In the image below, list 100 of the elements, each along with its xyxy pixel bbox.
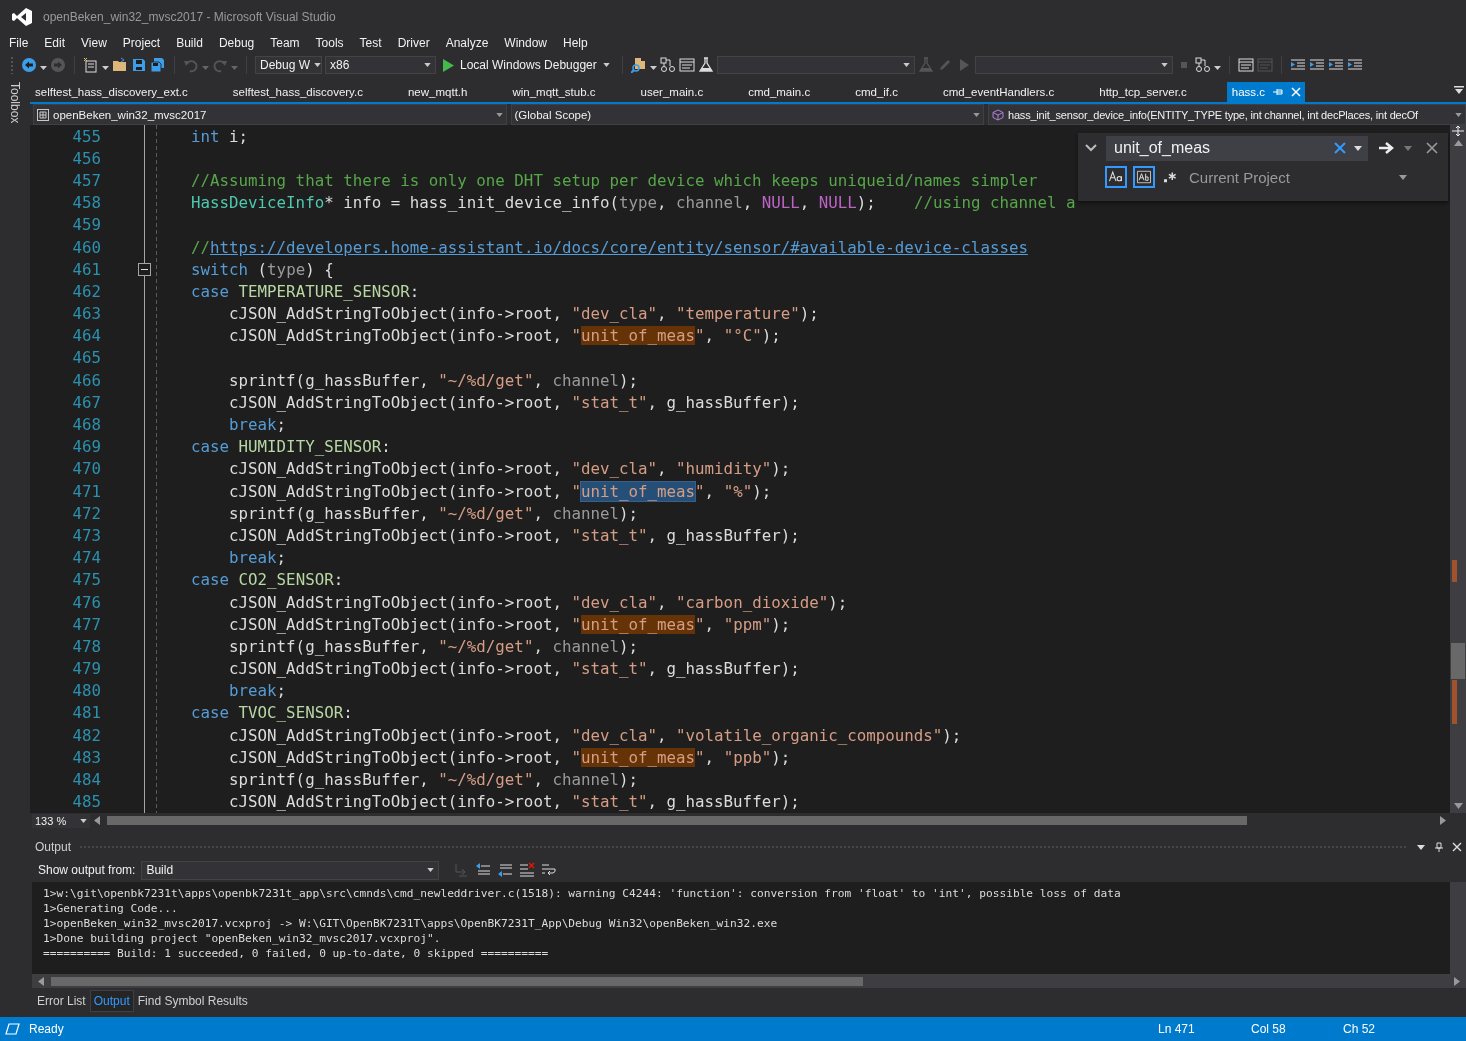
vertical-scrollbar[interactable]	[1450, 882, 1466, 974]
word-wrap-icon[interactable]	[541, 862, 558, 878]
output-line: 1>Done building project "openBeken_win32_mvsc2017.vcxproj".	[43, 931, 442, 946]
column-indicator: Col 58	[1251, 1022, 1287, 1036]
file-tab[interactable]: cmd_if.c	[850, 82, 938, 102]
clear-all-icon[interactable]	[519, 862, 536, 878]
scroll-left-icon[interactable]	[38, 976, 44, 986]
menu-item[interactable]: Test	[351, 36, 390, 50]
branch-icon[interactable]	[1194, 57, 1211, 73]
toolbox-tab[interactable]: Toolbox	[8, 82, 22, 124]
dropdown-caret-icon[interactable]	[973, 112, 980, 117]
scope-dropdown[interactable]: (Global Scope)	[510, 104, 984, 125]
play-icon	[443, 58, 454, 72]
scrollbar-thumb[interactable]	[107, 816, 1247, 825]
file-tab[interactable]: http_tcp_server.c	[1094, 82, 1227, 102]
output-source-dropdown[interactable]: Build	[141, 860, 440, 880]
save-icon[interactable]	[131, 57, 147, 73]
dropdown-icon[interactable]	[1454, 86, 1464, 94]
indent-icon[interactable]	[1327, 57, 1344, 73]
dropdown-caret-icon[interactable]	[902, 63, 910, 67]
menu-item[interactable]: Build	[168, 36, 211, 50]
scrollbar-thumb[interactable]	[51, 976, 863, 986]
whole-word-toggle[interactable]	[1133, 166, 1155, 188]
dropdown-caret-icon[interactable]	[495, 112, 503, 117]
dropdown-caret-icon[interactable]	[1160, 63, 1168, 67]
scroll-down-icon[interactable]	[1453, 803, 1463, 809]
code-line: case CO2_SENSOR:	[191, 570, 344, 590]
new-project-icon[interactable]	[83, 57, 99, 73]
panel-tab[interactable]: Find Symbol Results	[133, 990, 252, 1012]
file-tab[interactable]: cmd_main.c	[743, 82, 851, 102]
dropdown-caret-icon[interactable]	[80, 818, 87, 823]
file-tab[interactable]: selftest_hass_discovery.c	[227, 82, 403, 102]
panel-tab[interactable]: Error List	[33, 990, 90, 1012]
menu-item[interactable]: Tools	[307, 36, 352, 50]
splitter-icon[interactable]	[1452, 126, 1464, 136]
scroll-right-icon[interactable]	[1440, 816, 1446, 825]
file-tab[interactable]: user_main.c	[635, 82, 744, 102]
dropdown-caret-icon[interactable]	[314, 63, 322, 67]
member-dropdown[interactable]: hass_init_sensor_device_info(ENTITY_TYPE type, int channel, int decPlaces, int decOf	[988, 104, 1466, 125]
menu-item[interactable]: View	[73, 36, 115, 50]
cube-icon	[992, 108, 1004, 121]
code-link[interactable]: https://developers.home-assistant.io/docs/core/entity/sensor/#available-device-classes	[210, 237, 1028, 257]
menu-item[interactable]: Team	[262, 36, 308, 50]
indent-icon[interactable]	[1346, 57, 1363, 73]
menu-item[interactable]: Window	[496, 36, 555, 50]
menu-item[interactable]: File	[1, 36, 37, 50]
line-number: 455	[71, 126, 101, 146]
file-tab[interactable]: cmd_eventHandlers.c	[938, 82, 1095, 102]
search-field[interactable]: unit_of_meas	[1114, 139, 1326, 157]
menu-item[interactable]: Debug	[210, 36, 263, 50]
indent-icon[interactable]	[1289, 57, 1306, 73]
app-logo-icon	[12, 8, 32, 26]
scrollbar-thumb[interactable]	[1451, 643, 1465, 679]
dropdown-caret-icon[interactable]	[424, 63, 431, 67]
menu-item[interactable]: Driver	[389, 36, 438, 50]
file-tab[interactable]: selftest_hass_discovery_ext.c	[30, 82, 228, 102]
panel-tab[interactable]: Output	[89, 990, 134, 1012]
code-line: sprintf(g_hassBuffer, "~/%d/get", channel);	[228, 770, 639, 790]
expand-replace-icon[interactable]	[1084, 143, 1098, 153]
indent-icon[interactable]	[1308, 57, 1325, 73]
line-number: 481	[71, 703, 101, 723]
previous-message-icon[interactable]	[475, 862, 492, 878]
vertical-scrollbar[interactable]	[1450, 125, 1466, 813]
dropdown[interactable]: Debug W	[255, 56, 322, 74]
line-number: 484	[71, 770, 101, 790]
folder-icon[interactable]	[112, 57, 128, 73]
scroll-up-icon[interactable]	[1453, 140, 1463, 146]
match-case-toggle[interactable]	[1105, 166, 1127, 188]
scope-dropdown[interactable]: Current Project	[1185, 168, 1407, 186]
scroll-left-icon[interactable]	[94, 816, 100, 825]
scroll-right-icon[interactable]	[1454, 976, 1460, 986]
line-number: 465	[71, 348, 101, 368]
dropdown-caret-icon[interactable]	[602, 63, 610, 67]
menu-item[interactable]: Analyze	[437, 36, 497, 50]
run-debugger-button[interactable]: Local Windows Debugger	[439, 55, 614, 75]
collapse-icon[interactable]	[138, 262, 151, 276]
menu-item[interactable]: Edit	[36, 36, 74, 50]
menu-item[interactable]: Project	[114, 36, 169, 50]
zoom-dropdown[interactable]: 133 %	[32, 813, 90, 828]
dropdown-caret-icon[interactable]	[1416, 842, 1426, 852]
dropdown-caret-icon[interactable]	[1455, 112, 1462, 117]
project-dropdown[interactable]: openBeken_win32_mvsc2017	[33, 104, 507, 125]
menu-item[interactable]: Help	[555, 36, 596, 50]
pin-icon[interactable]	[1434, 842, 1444, 852]
file-tab[interactable]: new_mqtt.h	[402, 82, 508, 102]
search-box[interactable]: unit_of_meas	[1106, 135, 1368, 161]
dropdown-caret-icon[interactable]	[427, 868, 435, 872]
code-line: switch (type) {	[191, 259, 334, 279]
find-next-icon[interactable]	[1378, 141, 1396, 155]
code-line: cJSON_AddStringToObject(info->root, "unit_of_meas", "ppb");	[228, 747, 791, 767]
dropdown[interactable]: x86	[325, 56, 436, 74]
dropdown-caret-icon[interactable]	[1354, 145, 1362, 151]
clear-icon[interactable]	[1334, 142, 1346, 154]
dropdown-caret-icon[interactable]	[1399, 174, 1407, 180]
file-tab[interactable]: win_mqtt_stub.c	[507, 82, 636, 102]
branch-icon[interactable]	[659, 57, 676, 73]
find-in-files-icon[interactable]	[630, 57, 647, 73]
save-all-icon[interactable]	[150, 57, 166, 73]
next-message-icon[interactable]	[497, 862, 514, 878]
close-icon[interactable]	[1426, 142, 1438, 154]
